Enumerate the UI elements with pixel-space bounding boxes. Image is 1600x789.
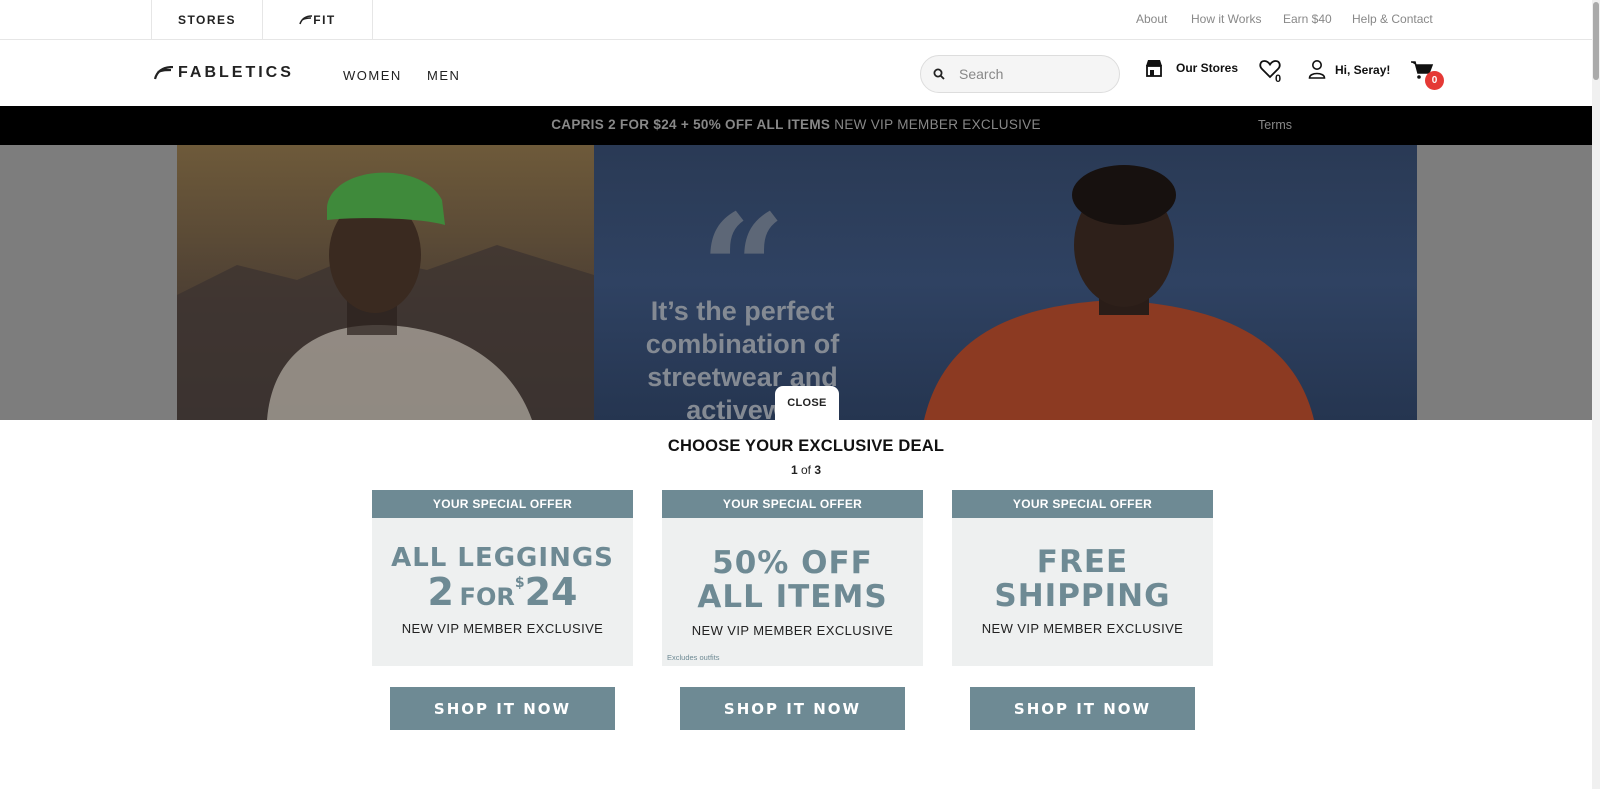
- tab-fit-label: FIT: [313, 13, 336, 27]
- card-sub: NEW VIP MEMBER EXCLUSIVE: [401, 621, 604, 636]
- modal-title: CHOOSE YOUR EXCLUSIVE DEAL: [667, 437, 945, 455]
- card-price-line: 2 FOR$24: [372, 570, 633, 614]
- pager-of: of: [800, 463, 811, 477]
- card-sub: NEW VIP MEMBER EXCLUSIVE: [691, 623, 894, 638]
- pager: 1 of 3: [0, 463, 1600, 477]
- search-input[interactable]: [959, 66, 1099, 82]
- search-icon: [933, 68, 945, 80]
- card-header: YOUR SPECIAL OFFER: [372, 490, 633, 518]
- card-headline: ALL LEGGINGS: [391, 543, 614, 573]
- shop-now-button-1[interactable]: SHOP IT NOW: [390, 687, 615, 730]
- price-currency: $: [514, 575, 525, 591]
- card-sub: NEW VIP MEMBER EXCLUSIVE: [981, 621, 1184, 636]
- tab-stores[interactable]: STORES: [151, 0, 262, 40]
- about-link[interactable]: About: [1136, 12, 1167, 26]
- main-nav: FABLETICS WOMEN MEN Our Stores 0 Hi, Ser…: [0, 40, 1592, 106]
- hero-photo-left: [177, 172, 594, 420]
- cart-count-badge: 0: [1425, 71, 1444, 90]
- card-headline: 50% OFF: [712, 545, 873, 581]
- offer-card-leggings[interactable]: YOUR SPECIAL OFFER ALL LEGGINGS 2 FOR$24…: [372, 490, 633, 666]
- price-for: FOR: [459, 583, 515, 611]
- tab-stores-label: STORES: [177, 13, 237, 27]
- offer-card-50-off[interactable]: YOUR SPECIAL OFFER 50% OFF ALL ITEMS NEW…: [662, 490, 923, 666]
- offer-card-free-shipping[interactable]: YOUR SPECIAL OFFER FREE SHIPPING NEW VIP…: [952, 490, 1213, 666]
- promo-banner[interactable]: CAPRIS 2 FOR $24 + 50% OFF ALL ITEMS NEW…: [0, 106, 1592, 145]
- user-icon[interactable]: [1308, 59, 1326, 79]
- fabletics-logo[interactable]: FABLETICS: [154, 64, 294, 82]
- hero-banner: “ It’s the perfect combination of street…: [0, 145, 1592, 420]
- hero-image-left: [177, 145, 594, 420]
- search-box[interactable]: [920, 55, 1120, 93]
- our-stores-label[interactable]: Our Stores: [1176, 61, 1238, 75]
- promo-terms-link[interactable]: Terms: [1258, 118, 1292, 132]
- card-headline-2: ALL ITEMS: [697, 579, 888, 615]
- promo-rest: NEW VIP MEMBER EXCLUSIVE: [834, 117, 1041, 132]
- logo-text: FABLETICS: [178, 64, 294, 81]
- card-header: YOUR SPECIAL OFFER: [662, 490, 923, 518]
- earn-link[interactable]: Earn $40: [1283, 12, 1332, 26]
- card-header: YOUR SPECIAL OFFER: [952, 490, 1213, 518]
- promo-bold: CAPRIS 2 FOR $24 + 50% OFF ALL ITEMS: [551, 117, 831, 132]
- shop-now-button-2[interactable]: SHOP IT NOW: [680, 687, 905, 730]
- greeting[interactable]: Hi, Seray!: [1335, 63, 1390, 77]
- scrollbar-thumb[interactable]: [1593, 2, 1599, 80]
- close-button[interactable]: CLOSE: [775, 386, 839, 420]
- store-icon[interactable]: [1143, 57, 1165, 79]
- price-qty: 2: [427, 570, 454, 614]
- scrollbar-track[interactable]: [1592, 0, 1600, 789]
- card-note: Excludes outfits: [667, 653, 720, 662]
- promo-text: CAPRIS 2 FOR $24 + 50% OFF ALL ITEMS NEW…: [0, 117, 1592, 132]
- card-headline: FREE: [1036, 544, 1129, 580]
- card-headline-2: SHIPPING: [994, 578, 1171, 614]
- shop-now-button-3[interactable]: SHOP IT NOW: [970, 687, 1195, 730]
- help-contact-link[interactable]: Help & Contact: [1352, 12, 1433, 26]
- logo-mark-icon: [154, 66, 174, 80]
- price-amount: 24: [524, 570, 578, 614]
- tab-fit[interactable]: FIT: [262, 0, 373, 40]
- pager-current: 1: [790, 463, 798, 477]
- pager-total: 3: [814, 463, 822, 477]
- utility-bar: STORES FIT About How it Works Earn $40 H…: [0, 0, 1592, 40]
- wishlist-count: 0: [1275, 73, 1282, 85]
- fabletics-mark-icon: [299, 15, 313, 25]
- how-it-works-link[interactable]: How it Works: [1191, 12, 1261, 26]
- nav-women[interactable]: WOMEN: [343, 68, 402, 83]
- nav-men[interactable]: MEN: [427, 68, 460, 83]
